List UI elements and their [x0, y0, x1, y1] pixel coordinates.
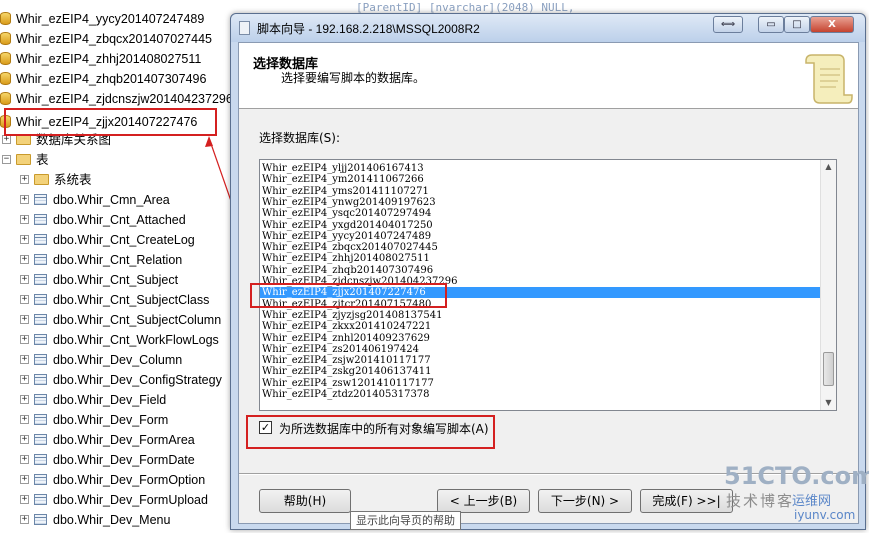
- list-item[interactable]: Whir_ezEIP4_zsw1201410117177: [262, 378, 434, 389]
- window-title: 脚本向导 - 192.168.2.218\MSSQL2008R2: [257, 22, 480, 36]
- wizard-header: 选择数据库 选择要编写脚本的数据库。: [239, 43, 858, 109]
- finish-button[interactable]: 完成(F) >>|: [640, 489, 733, 513]
- list-item[interactable]: Whir_ezEIP4_zhhj201408027511: [262, 253, 430, 264]
- wizard-app-icon: [239, 21, 250, 35]
- minimize-button[interactable]: ▭: [758, 16, 784, 33]
- listbox-scrollbar[interactable]: ▲ ▼: [820, 160, 836, 410]
- scroll-down-icon[interactable]: ▼: [821, 396, 836, 410]
- list-item[interactable]: Whir_ezEIP4_zhqb201407307496: [262, 265, 433, 276]
- watermark: 51CTO.com 技术博客 运维网 iyunv.com: [724, 462, 869, 528]
- scroll-up-icon[interactable]: ▲: [821, 160, 836, 174]
- watermark-text: 运维网: [792, 494, 832, 509]
- help-tooltip: 显示此向导页的帮助: [350, 511, 461, 530]
- next-button[interactable]: 下一步(N) >: [538, 489, 632, 513]
- maximize-button[interactable]: □: [784, 16, 810, 33]
- list-item[interactable]: Whir_ezEIP4_zsjw201410117177: [262, 355, 431, 366]
- page-subtitle: 选择要编写脚本的数据库。: [281, 71, 426, 85]
- watermark-text: iyunv.com: [794, 508, 856, 522]
- restore-icon[interactable]: ⟺: [713, 16, 743, 33]
- list-item[interactable]: Whir_ezEIP4_ysqc201407297494: [262, 208, 431, 219]
- list-item[interactable]: Whir_ezEIP4_yxgd201404017250: [262, 220, 433, 231]
- list-item[interactable]: Whir_ezEIP4_ztdz201405317378: [262, 389, 430, 400]
- back-button[interactable]: < 上一步(B): [437, 489, 530, 513]
- list-item[interactable]: Whir_ezEIP4_yms201411107271: [262, 186, 429, 197]
- annotation-arrowhead: [205, 136, 213, 147]
- help-button[interactable]: 帮助(H): [259, 489, 351, 513]
- annotation-highlight-box: [246, 415, 495, 449]
- scrollbar-thumb[interactable]: [823, 352, 834, 386]
- list-item[interactable]: Whir_ezEIP4_znhl201409237629: [262, 333, 430, 344]
- list-item[interactable]: Whir_ezEIP4_yycy201407247489: [262, 231, 431, 242]
- watermark-text: 技术博客: [726, 492, 795, 510]
- watermark-text: 51CTO.com: [724, 462, 869, 490]
- script-scroll-icon: [805, 54, 853, 104]
- list-item[interactable]: Whir_ezEIP4_ym201411067266: [262, 174, 424, 185]
- close-button[interactable]: X: [810, 16, 854, 33]
- title-bar[interactable]: 脚本向导 - 192.168.2.218\MSSQL2008R2 ⟺ ▭ □ X: [231, 14, 865, 42]
- list-item[interactable]: Whir_ezEIP4_zskg201406137411: [262, 366, 431, 377]
- script-wizard-window: 脚本向导 - 192.168.2.218\MSSQL2008R2 ⟺ ▭ □ X…: [230, 13, 866, 530]
- list-item[interactable]: Whir_ezEIP4_yljj201406167413: [262, 163, 424, 174]
- list-item[interactable]: Whir_ezEIP4_ynwg201409197623: [262, 197, 436, 208]
- list-item[interactable]: Whir_ezEIP4_zs201406197424: [262, 344, 419, 355]
- annotation-highlight-box: [250, 283, 447, 308]
- database-list-label: 选择数据库(S):: [259, 131, 341, 145]
- list-item[interactable]: Whir_ezEIP4_zjyzjsg201408137541: [262, 310, 443, 321]
- list-item[interactable]: Whir_ezEIP4_zkxx201410247221: [262, 321, 431, 332]
- list-item[interactable]: Whir_ezEIP4_zbqcx201407027445: [262, 242, 438, 253]
